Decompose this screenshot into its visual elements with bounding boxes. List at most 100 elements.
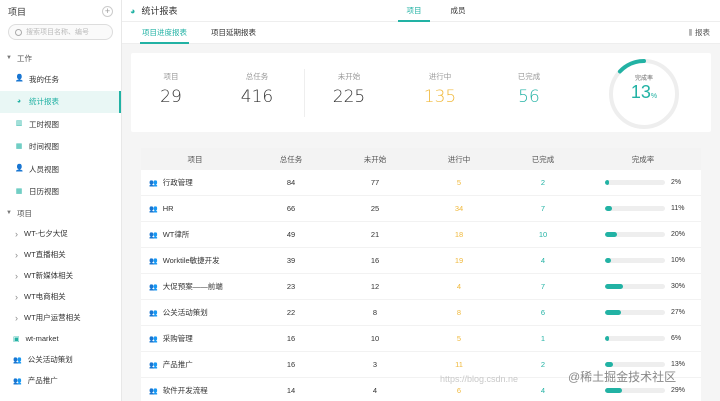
progress-bar <box>605 388 665 393</box>
col-total[interactable]: 总任务 <box>249 154 333 165</box>
sidebar-item-label: WT用户运营相关 <box>24 313 81 322</box>
cell-project[interactable]: 👥 行政管理 <box>141 177 249 188</box>
cell-todo: 10 <box>370 334 380 343</box>
search-input[interactable]: 搜索项目名称、编号 <box>8 24 113 40</box>
cell-project[interactable]: 👥 产品推广 <box>141 359 249 370</box>
table-row[interactable]: 👥 公关活动策划 22 8 8 6 27% <box>141 300 701 326</box>
table-row[interactable]: 👥 行政管理 84 77 5 2 2% <box>141 170 701 196</box>
rate-text: 27% <box>671 309 686 316</box>
cell-todo: 25 <box>370 204 380 213</box>
sidebar-item-project[interactable]: 👥 公关活动策划 <box>0 349 121 370</box>
stat-value: 29 <box>160 87 182 107</box>
report-button[interactable]: ⫼ 报表 <box>689 27 720 38</box>
sidebar-group-label: 项目 <box>16 208 32 218</box>
sidebar-item-work[interactable]: ▦ 日历视图 <box>0 181 121 204</box>
project-name: 软件开发流程 <box>162 386 208 395</box>
cell-project[interactable]: 👥 采购管理 <box>141 333 249 344</box>
sidebar-item-label: 日历视图 <box>29 187 59 197</box>
table-row[interactable]: 👥 WT律所 49 21 18 10 20% <box>141 222 701 248</box>
team-icon: 👥 <box>149 361 158 369</box>
cell-doing: 5 <box>456 178 462 187</box>
cell-project[interactable]: 👥 公关活动策划 <box>141 307 249 318</box>
team-icon: 👥 <box>149 231 158 239</box>
cell-done: 7 <box>540 282 546 291</box>
sidebar-item-label: WT-七夕大促 <box>24 229 68 238</box>
sidebar-item-work[interactable]: 👤 人员视图 <box>0 158 121 181</box>
table-row[interactable]: 👥 Worktile敏捷开发 39 16 19 4 10% <box>141 248 701 274</box>
sub-nav: 项目进度报表 项目延期报表 ⫼ 报表 <box>122 22 720 44</box>
project-name: HR <box>162 204 174 213</box>
add-project-icon[interactable]: + <box>102 5 113 17</box>
stat-label: 进行中 <box>428 72 452 81</box>
cell-rate: 27% <box>585 309 701 316</box>
rate-text: 11% <box>671 205 685 212</box>
tab-delay-report[interactable]: 项目延期报表 <box>199 22 268 44</box>
tab-project[interactable]: 项目 <box>392 0 436 22</box>
chevron-right-icon: › <box>15 249 18 260</box>
cell-project[interactable]: 👥 WT律所 <box>141 229 249 240</box>
project-name: 大促预案——前端 <box>162 282 223 291</box>
rate-text: 2% <box>671 179 682 186</box>
rate-text: 29% <box>671 387 686 394</box>
project-name: Worktile敏捷开发 <box>162 256 220 265</box>
cell-done: 7 <box>540 204 546 213</box>
cell-todo: 21 <box>370 230 380 239</box>
sidebar-item-label: 我的任务 <box>29 74 59 84</box>
table-row[interactable]: 👥 采购管理 16 10 5 1 6% <box>141 326 701 352</box>
col-todo[interactable]: 未开始 <box>333 154 417 165</box>
table-row[interactable]: 👥 HR 66 25 34 7 11% <box>141 196 701 222</box>
col-rate[interactable]: 完成率 <box>585 154 701 165</box>
report-label: 报表 <box>695 28 710 37</box>
cell-todo: 12 <box>370 282 380 291</box>
cell-total: 84 <box>286 178 296 187</box>
sidebar-item-project[interactable]: › WT新媒体相关 <box>0 265 121 286</box>
progress-bar <box>605 284 665 289</box>
table-row[interactable]: 👥 大促预案——前端 23 12 4 7 30% <box>141 274 701 300</box>
watermark: https://blog.csdn.ne <box>440 374 519 384</box>
col-project[interactable]: 项目 <box>141 154 249 165</box>
team-icon: 👥 <box>149 179 158 187</box>
sidebar-item-project[interactable]: 👥 产品推广 <box>0 370 121 391</box>
sidebar-item-project[interactable]: › WT用户运营相关 <box>0 307 121 328</box>
chevron-right-icon: › <box>15 270 18 281</box>
sidebar-item-work[interactable]: ◕ 统计报表 <box>0 90 121 113</box>
sidebar-group-work[interactable]: ▼ 工作 <box>0 48 121 68</box>
cell-project[interactable]: 👥 Worktile敏捷开发 <box>141 255 249 266</box>
sidebar-item-work[interactable]: ▥ 工时视图 <box>0 113 121 136</box>
cell-rate: 6% <box>585 335 701 342</box>
chevron-right-icon: › <box>15 291 18 302</box>
progress-bar <box>605 180 665 185</box>
pie-chart-icon: ◕ <box>16 97 22 105</box>
cell-project[interactable]: 👥 大促预案——前端 <box>141 281 249 292</box>
col-doing[interactable]: 进行中 <box>417 154 501 165</box>
sidebar-item-project[interactable]: › WT电商相关 <box>0 286 121 307</box>
watermark-logo: @稀土掘金技术社区 <box>568 370 677 384</box>
cell-project[interactable]: 👥 软件开发流程 <box>141 385 249 396</box>
tab-progress-report[interactable]: 项目进度报表 <box>130 22 199 44</box>
tab-member[interactable]: 成员 <box>436 0 480 22</box>
progress-fill <box>605 388 623 393</box>
cell-total: 66 <box>286 204 296 213</box>
sidebar: 项目 + 搜索项目名称、编号 ▼ 工作 👤 我的任务 ◕ 统计报表 ▥ 工时视图 ▦ 时间视图… <box>0 0 122 401</box>
caret-down-icon: ▼ <box>6 210 12 216</box>
rate-text: 30% <box>671 283 686 290</box>
sidebar-item-work[interactable]: ▦ 时间视图 <box>0 136 121 159</box>
cell-project[interactable]: 👥 HR <box>141 204 249 213</box>
sidebar-item-project[interactable]: › WT直播相关 <box>0 244 121 265</box>
project-name: 采购管理 <box>162 334 193 343</box>
cell-doing: 19 <box>454 256 464 265</box>
search-placeholder: 搜索项目名称、编号 <box>26 29 89 36</box>
project-name: 产品推广 <box>162 360 193 369</box>
chevron-right-icon: › <box>15 312 18 323</box>
bar-chart-icon: ▥ <box>15 120 23 128</box>
sidebar-group-project[interactable]: ▼ 项目 <box>0 203 121 223</box>
sidebar-item-project[interactable]: › WT-七夕大促 <box>0 223 121 244</box>
cell-total: 14 <box>286 386 296 395</box>
sidebar-item-project[interactable]: ▣ wt-market <box>0 328 121 349</box>
col-done[interactable]: 已完成 <box>501 154 585 165</box>
sidebar-item-work[interactable]: 👤 我的任务 <box>0 68 121 91</box>
report-table: 项目 总任务 未开始 进行中 已完成 完成率 👥 行政管理 84 77 5 2 2% 👥 HR 6… <box>141 148 701 401</box>
chevron-right-icon: › <box>15 228 18 239</box>
sidebar-item-label: 统计报表 <box>29 97 59 107</box>
project-name: 公关活动策划 <box>162 308 208 317</box>
